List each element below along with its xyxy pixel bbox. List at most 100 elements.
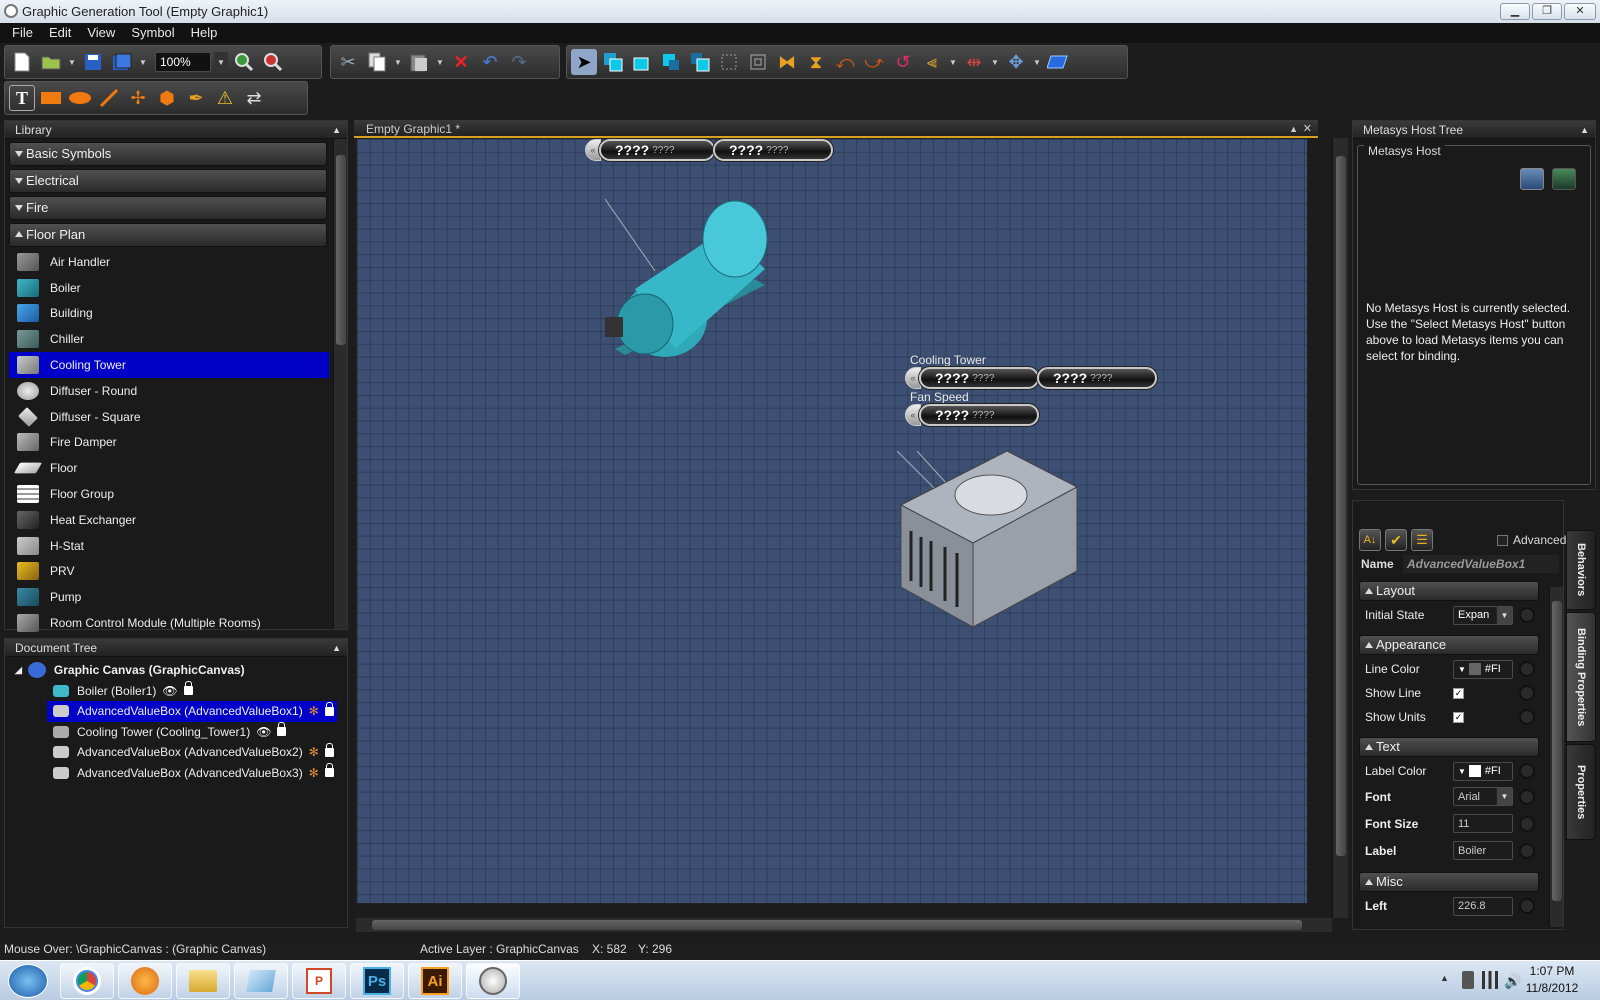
open-dropdown-icon[interactable]: ▼ xyxy=(67,49,77,75)
tab-binding-properties[interactable]: Binding Properties xyxy=(1566,612,1596,742)
ellipse-tool-icon[interactable] xyxy=(67,85,93,111)
binding-circle-icon[interactable] xyxy=(1519,898,1535,914)
freeform-tool-icon[interactable]: ✢ xyxy=(125,85,151,111)
minimize-button[interactable]: ▁ xyxy=(1500,3,1530,20)
paste-dropdown-icon[interactable]: ▼ xyxy=(435,49,445,75)
binding-icon[interactable]: ✻ xyxy=(309,745,319,759)
unlock-icon[interactable] xyxy=(183,681,193,696)
maximize-button[interactable]: ❐ xyxy=(1532,3,1562,20)
save-dropdown-icon[interactable]: ▼ xyxy=(138,49,148,75)
polygon-tool-icon[interactable]: ⬢ xyxy=(154,85,180,111)
open-icon[interactable] xyxy=(38,49,64,75)
library-item[interactable]: Diffuser - Round xyxy=(9,378,329,404)
taskbar-app[interactable] xyxy=(234,963,288,999)
library-item[interactable]: Room Control Module (Multiple Rooms) xyxy=(9,610,329,636)
property-list-icon[interactable]: ☰ xyxy=(1411,529,1433,551)
cooling-tower-symbol[interactable] xyxy=(897,451,1087,631)
binding-circle-icon[interactable] xyxy=(1519,709,1535,725)
canvas-vertical-scrollbar[interactable] xyxy=(1332,138,1348,918)
line-tool-icon[interactable] xyxy=(96,85,122,111)
layers-icon[interactable] xyxy=(1045,49,1071,75)
library-item[interactable]: Fire Damper xyxy=(9,430,329,456)
menu-file[interactable]: File xyxy=(4,23,41,43)
library-item[interactable]: Chiller xyxy=(9,326,329,352)
tray-expand-icon[interactable]: ▲ xyxy=(1440,973,1449,983)
collapse-icon[interactable]: ▲ xyxy=(1580,121,1589,139)
binding-icon[interactable]: ✻ xyxy=(309,704,319,718)
library-item[interactable]: Floor xyxy=(9,455,329,481)
library-item[interactable]: Boiler xyxy=(9,275,329,301)
ungroup-icon[interactable] xyxy=(745,49,771,75)
library-item-selected[interactable]: Cooling Tower xyxy=(9,352,329,378)
visibility-icon[interactable]: 👁 xyxy=(256,725,271,739)
undo-icon[interactable]: ↶ xyxy=(477,49,503,75)
start-button[interactable] xyxy=(8,964,48,998)
menu-edit[interactable]: Edit xyxy=(41,23,79,43)
misc-section[interactable]: Misc xyxy=(1359,872,1539,892)
bring-to-front-icon[interactable] xyxy=(600,49,626,75)
categorized-icon[interactable]: ✔ xyxy=(1385,529,1407,551)
library-item[interactable]: Building xyxy=(9,301,329,327)
text-tool-icon[interactable]: T xyxy=(9,85,35,111)
move-icon[interactable]: ✥ xyxy=(1003,49,1029,75)
chevron-down-icon[interactable]: ▼ xyxy=(1496,606,1512,624)
category-fire[interactable]: Fire xyxy=(9,196,327,220)
lock-icon[interactable] xyxy=(324,763,334,778)
menu-help[interactable]: Help xyxy=(183,23,226,43)
unlock-icon[interactable] xyxy=(277,722,287,737)
save-icon[interactable] xyxy=(80,49,106,75)
tab-properties[interactable]: Properties xyxy=(1566,744,1596,840)
distribute-dropdown-icon[interactable]: ▼ xyxy=(990,49,1000,75)
library-item[interactable]: Floor Group xyxy=(9,481,329,507)
refresh-host-icon[interactable] xyxy=(1552,168,1576,190)
library-item[interactable]: Heat Exchanger xyxy=(9,507,329,533)
bring-forward-icon[interactable] xyxy=(629,49,655,75)
expand-icon[interactable]: ◢ xyxy=(15,665,22,676)
canvas-tab[interactable]: Empty Graphic1 * ▲ ✕ xyxy=(354,120,1318,138)
chevron-down-icon[interactable]: ▼ xyxy=(1496,788,1512,805)
library-item[interactable]: Diffuser - Square xyxy=(9,404,329,430)
font-select[interactable]: Arial ▼ xyxy=(1453,787,1513,806)
pen-tool-icon[interactable]: ✒ xyxy=(183,85,209,111)
lock-icon[interactable] xyxy=(324,701,334,716)
canvas-horizontal-thumb[interactable] xyxy=(372,920,1302,930)
reset-rotation-icon[interactable]: ↺ xyxy=(890,49,916,75)
redo-icon[interactable]: ↷ xyxy=(506,49,532,75)
left-input[interactable]: 226.8 xyxy=(1453,896,1513,916)
zoom-out-icon[interactable] xyxy=(260,49,286,75)
copy-icon[interactable] xyxy=(364,49,390,75)
send-backward-icon[interactable] xyxy=(658,49,684,75)
warning-shape-icon[interactable]: ⚠ xyxy=(212,85,238,111)
tree-root[interactable]: ◢ Graphic Canvas (GraphicCanvas) xyxy=(5,660,347,681)
binding-icon[interactable]: ✻ xyxy=(309,766,319,780)
show-units-checkbox[interactable]: ✓ xyxy=(1453,711,1464,723)
canvas-horizontal-scrollbar[interactable] xyxy=(356,918,1332,932)
collapse-icon[interactable]: ▲ xyxy=(332,639,341,657)
menu-symbol[interactable]: Symbol xyxy=(123,23,182,43)
zoom-dropdown-icon[interactable]: ▼ xyxy=(214,52,228,72)
value-box-1a[interactable]: ???????? xyxy=(599,139,715,161)
binding-circle-icon[interactable] xyxy=(1519,815,1535,832)
rectangle-tool-icon[interactable] xyxy=(38,85,64,111)
layout-section[interactable]: Layout xyxy=(1359,581,1539,601)
library-item[interactable]: Pump xyxy=(9,584,329,610)
clock-date[interactable]: 11/8/2012 xyxy=(1524,981,1580,995)
label-color-picker[interactable]: ▼ #FI xyxy=(1453,761,1513,781)
lock-icon[interactable] xyxy=(324,742,334,757)
value-box-2b[interactable]: ???????? xyxy=(1037,367,1157,389)
graphic-canvas[interactable]: « ???????? ???????? Cooling Tower « ????… xyxy=(356,138,1308,904)
taskbar-illustrator[interactable]: Ai xyxy=(408,963,462,999)
binding-circle-icon[interactable] xyxy=(1519,607,1535,623)
value-box-3[interactable]: ???????? xyxy=(919,404,1039,426)
value-box-1b[interactable]: ???????? xyxy=(713,139,833,161)
save-all-icon[interactable] xyxy=(109,49,135,75)
library-item[interactable]: H-Stat xyxy=(9,533,329,559)
binding-circle-icon[interactable] xyxy=(1519,842,1535,859)
tree-item[interactable]: Boiler (Boiler1) 👁 xyxy=(5,681,347,702)
pin-icon[interactable]: ▲ xyxy=(1289,120,1298,138)
rotate-right-icon[interactable]: ⤻ xyxy=(861,49,887,75)
advanced-checkbox[interactable] xyxy=(1497,535,1508,546)
properties-scrollbar[interactable] xyxy=(1549,587,1563,927)
clock-time[interactable]: 1:07 PM xyxy=(1524,964,1580,978)
copy-dropdown-icon[interactable]: ▼ xyxy=(393,49,403,75)
